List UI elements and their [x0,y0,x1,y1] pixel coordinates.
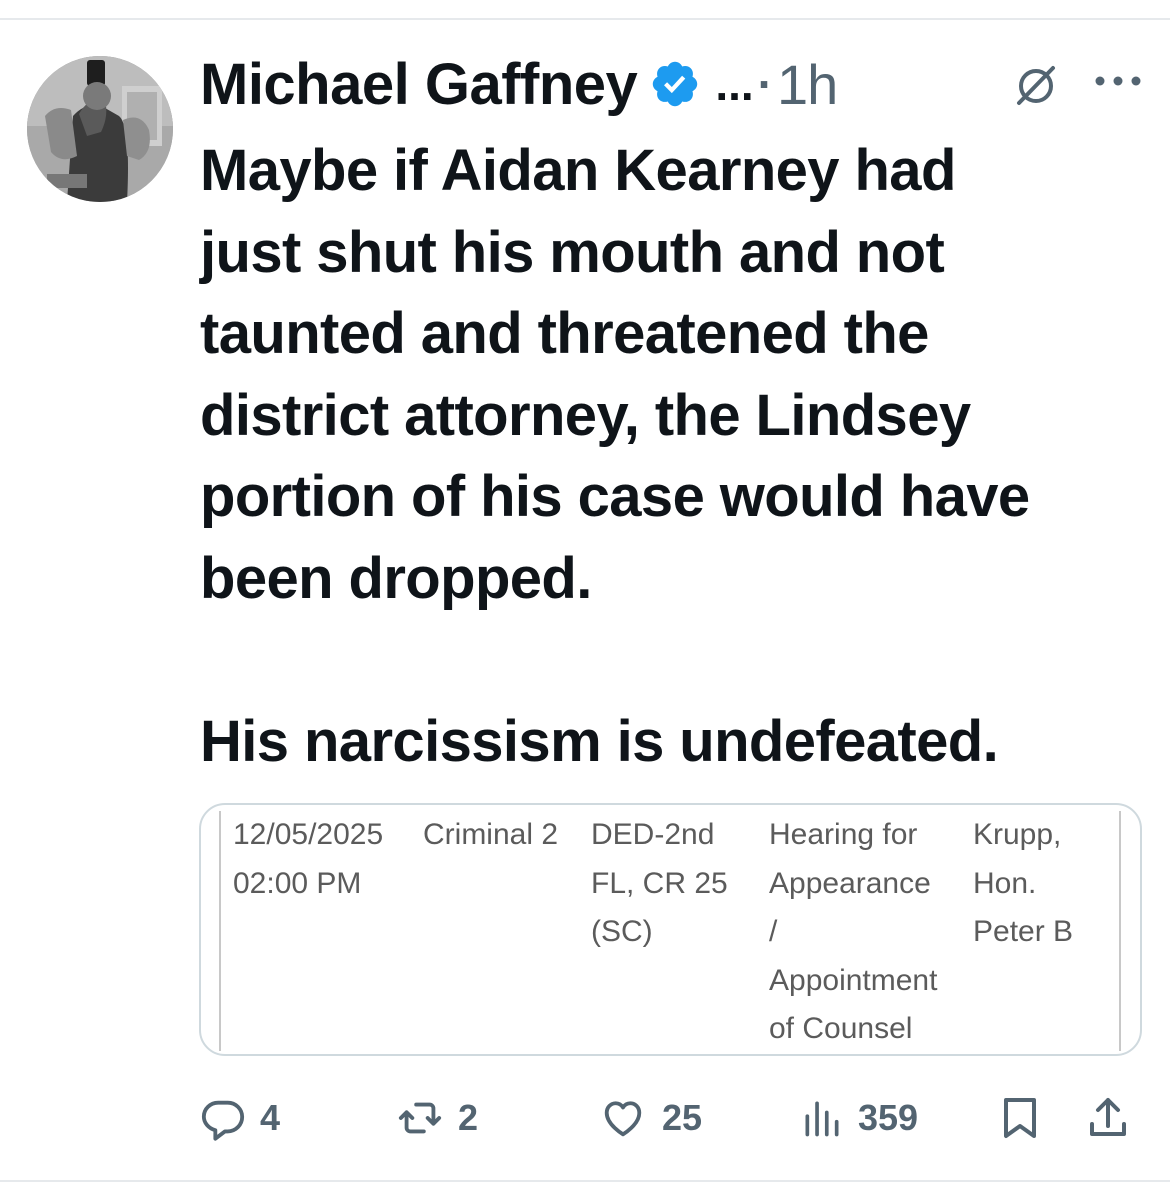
author-avatar[interactable] [27,56,173,202]
author-name[interactable]: Michael Gaffney [200,51,638,118]
attached-image[interactable]: 12/05/2025 02:00 PM Criminal 2 DED-2nd F… [199,803,1142,1056]
name-overflow: ... [715,58,754,110]
tweet-header: Michael Gaffney ... · 1h [200,51,838,118]
share-icon [1090,1098,1126,1136]
image-right-edge [1119,811,1121,1051]
reply-button[interactable]: 4 [200,1090,280,1146]
reply-icon [201,1100,245,1141]
repost-button[interactable]: 2 [396,1090,478,1146]
bottom-divider [0,1180,1170,1182]
views-button[interactable]: 359 [800,1090,918,1146]
views-count: 359 [858,1097,919,1138]
top-divider [0,18,1170,20]
action-bar: 4 2 25 359 [0,1090,1170,1150]
cell-location: DED-2nd FL, CR 25 (SC) [591,818,728,948]
like-count: 25 [662,1097,703,1138]
avatar-photo [27,56,173,202]
more-icon[interactable] [1090,66,1146,96]
verified-badge-icon[interactable] [649,58,701,110]
tweet-timestamp[interactable]: 1h [777,52,838,117]
reply-count: 4 [260,1097,281,1138]
cell-date-time: 12/05/2025 02:00 PM [233,818,384,900]
bookmark-button[interactable] [996,1090,1044,1146]
like-button[interactable]: 25 [598,1090,702,1146]
share-button[interactable] [1084,1090,1132,1146]
cell-session: Criminal 2 [423,818,559,851]
grok-icon[interactable] [1013,62,1059,108]
heart-icon [604,1101,642,1137]
image-left-edge [219,811,221,1051]
cell-event: Hearing for Appearance / Appointment of … [769,818,938,1045]
cell-judge: Krupp, Hon. Peter B [973,818,1074,948]
bookmark-icon [1004,1098,1036,1138]
meta-separator: · [757,58,773,110]
repost-icon [398,1102,442,1134]
tweet-text: Maybe if Aidan Kearney had just shut his… [200,138,1030,774]
views-icon [805,1101,839,1137]
repost-count: 2 [458,1097,479,1138]
